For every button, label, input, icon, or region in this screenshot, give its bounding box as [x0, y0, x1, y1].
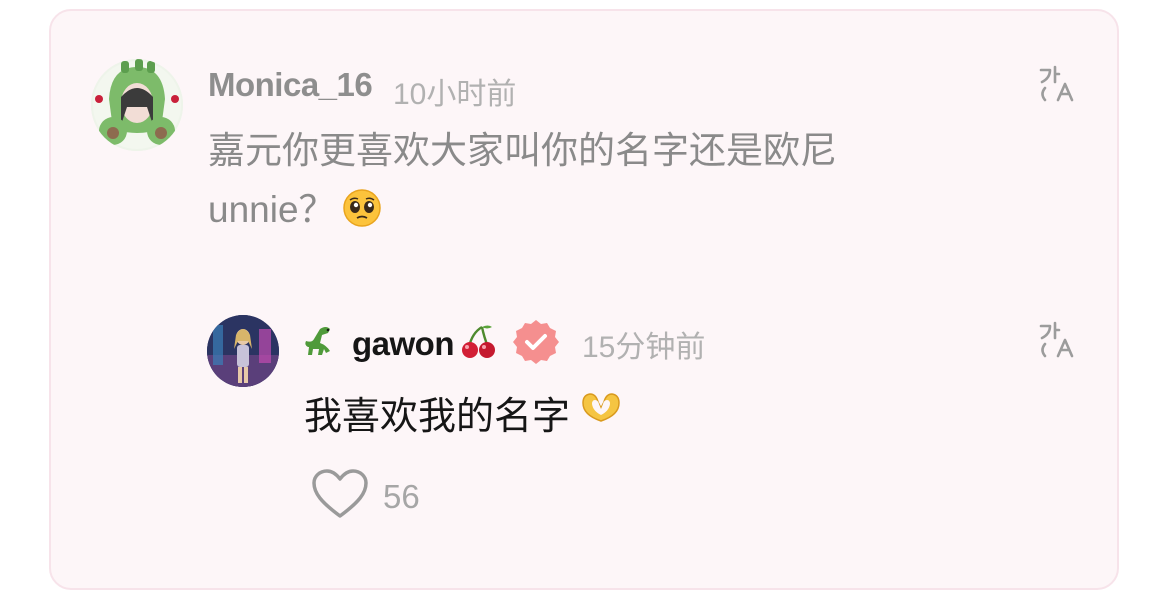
like-row: 56 — [311, 468, 420, 525]
reply-text: 我喜欢我的名字 — [304, 385, 622, 440]
comment-text-body: 嘉元你更喜欢大家叫你的名字还是欧尼 unnie？ — [208, 130, 837, 230]
pleading-face-emoji — [342, 186, 382, 245]
heart-outline-icon[interactable] — [311, 468, 369, 525]
cherries-emoji — [460, 323, 496, 366]
dinosaur-emoji — [302, 323, 340, 366]
comment-text: 嘉元你更喜欢大家叫你的名字还是欧尼 unnie？ — [208, 121, 928, 245]
reply-text-body: 我喜欢我的名字 — [304, 396, 571, 438]
comment-username[interactable]: Monica_16 — [208, 66, 373, 104]
translate-icon[interactable] — [1038, 64, 1078, 104]
translate-icon[interactable] — [1038, 320, 1078, 360]
reply-username[interactable]: gawon — [352, 325, 455, 363]
reply-timestamp: 15分钟前 — [582, 331, 706, 364]
verified-badge-icon — [512, 318, 560, 371]
avatar[interactable] — [91, 59, 183, 151]
comment-timestamp: 10小时前 — [393, 78, 517, 111]
like-count: 56 — [383, 477, 420, 515]
reply-header: gawon 15分钟前 — [302, 318, 706, 371]
reply-avatar[interactable] — [207, 315, 279, 387]
heart-hands-emoji — [580, 391, 622, 435]
